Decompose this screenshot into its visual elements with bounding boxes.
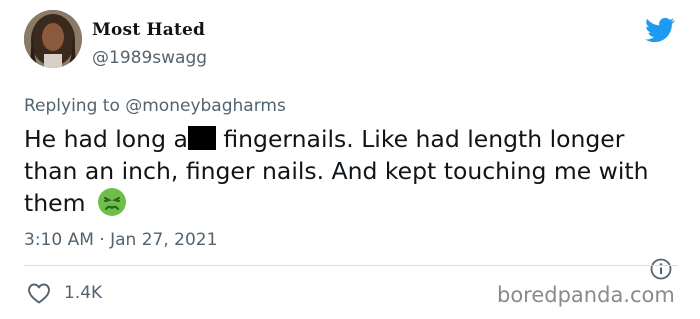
twitter-bird-icon (645, 17, 675, 43)
watermark: boredpanda.com (497, 283, 675, 307)
display-name[interactable]: Most Hated (92, 20, 205, 40)
nauseated-face-icon (97, 187, 127, 225)
tweet-text-start: He had long a (24, 125, 188, 153)
timestamp-separator: · (99, 230, 105, 250)
censor-block (187, 126, 216, 150)
tweet-text: He had long a fingernails. Like had leng… (24, 123, 684, 225)
tweet-time: 3:10 AM (24, 230, 94, 250)
user-handle[interactable]: @1989swagg (92, 48, 207, 68)
heart-icon[interactable] (27, 282, 51, 304)
replying-to: Replying to @moneybagharms (24, 96, 286, 116)
tweet-date: Jan 27, 2021 (110, 230, 218, 250)
tweet-timestamp[interactable]: 3:10 AM · Jan 27, 2021 (24, 230, 217, 250)
avatar[interactable] (24, 10, 82, 68)
reply-mention-link[interactable]: @moneybagharms (125, 96, 286, 116)
replying-to-label: Replying to (24, 96, 120, 116)
divider (24, 265, 678, 266)
like-count: 1.4K (64, 283, 103, 303)
info-icon[interactable] (650, 258, 672, 280)
tweet-card: Most Hated @1989swagg Replying to @money… (0, 0, 700, 319)
